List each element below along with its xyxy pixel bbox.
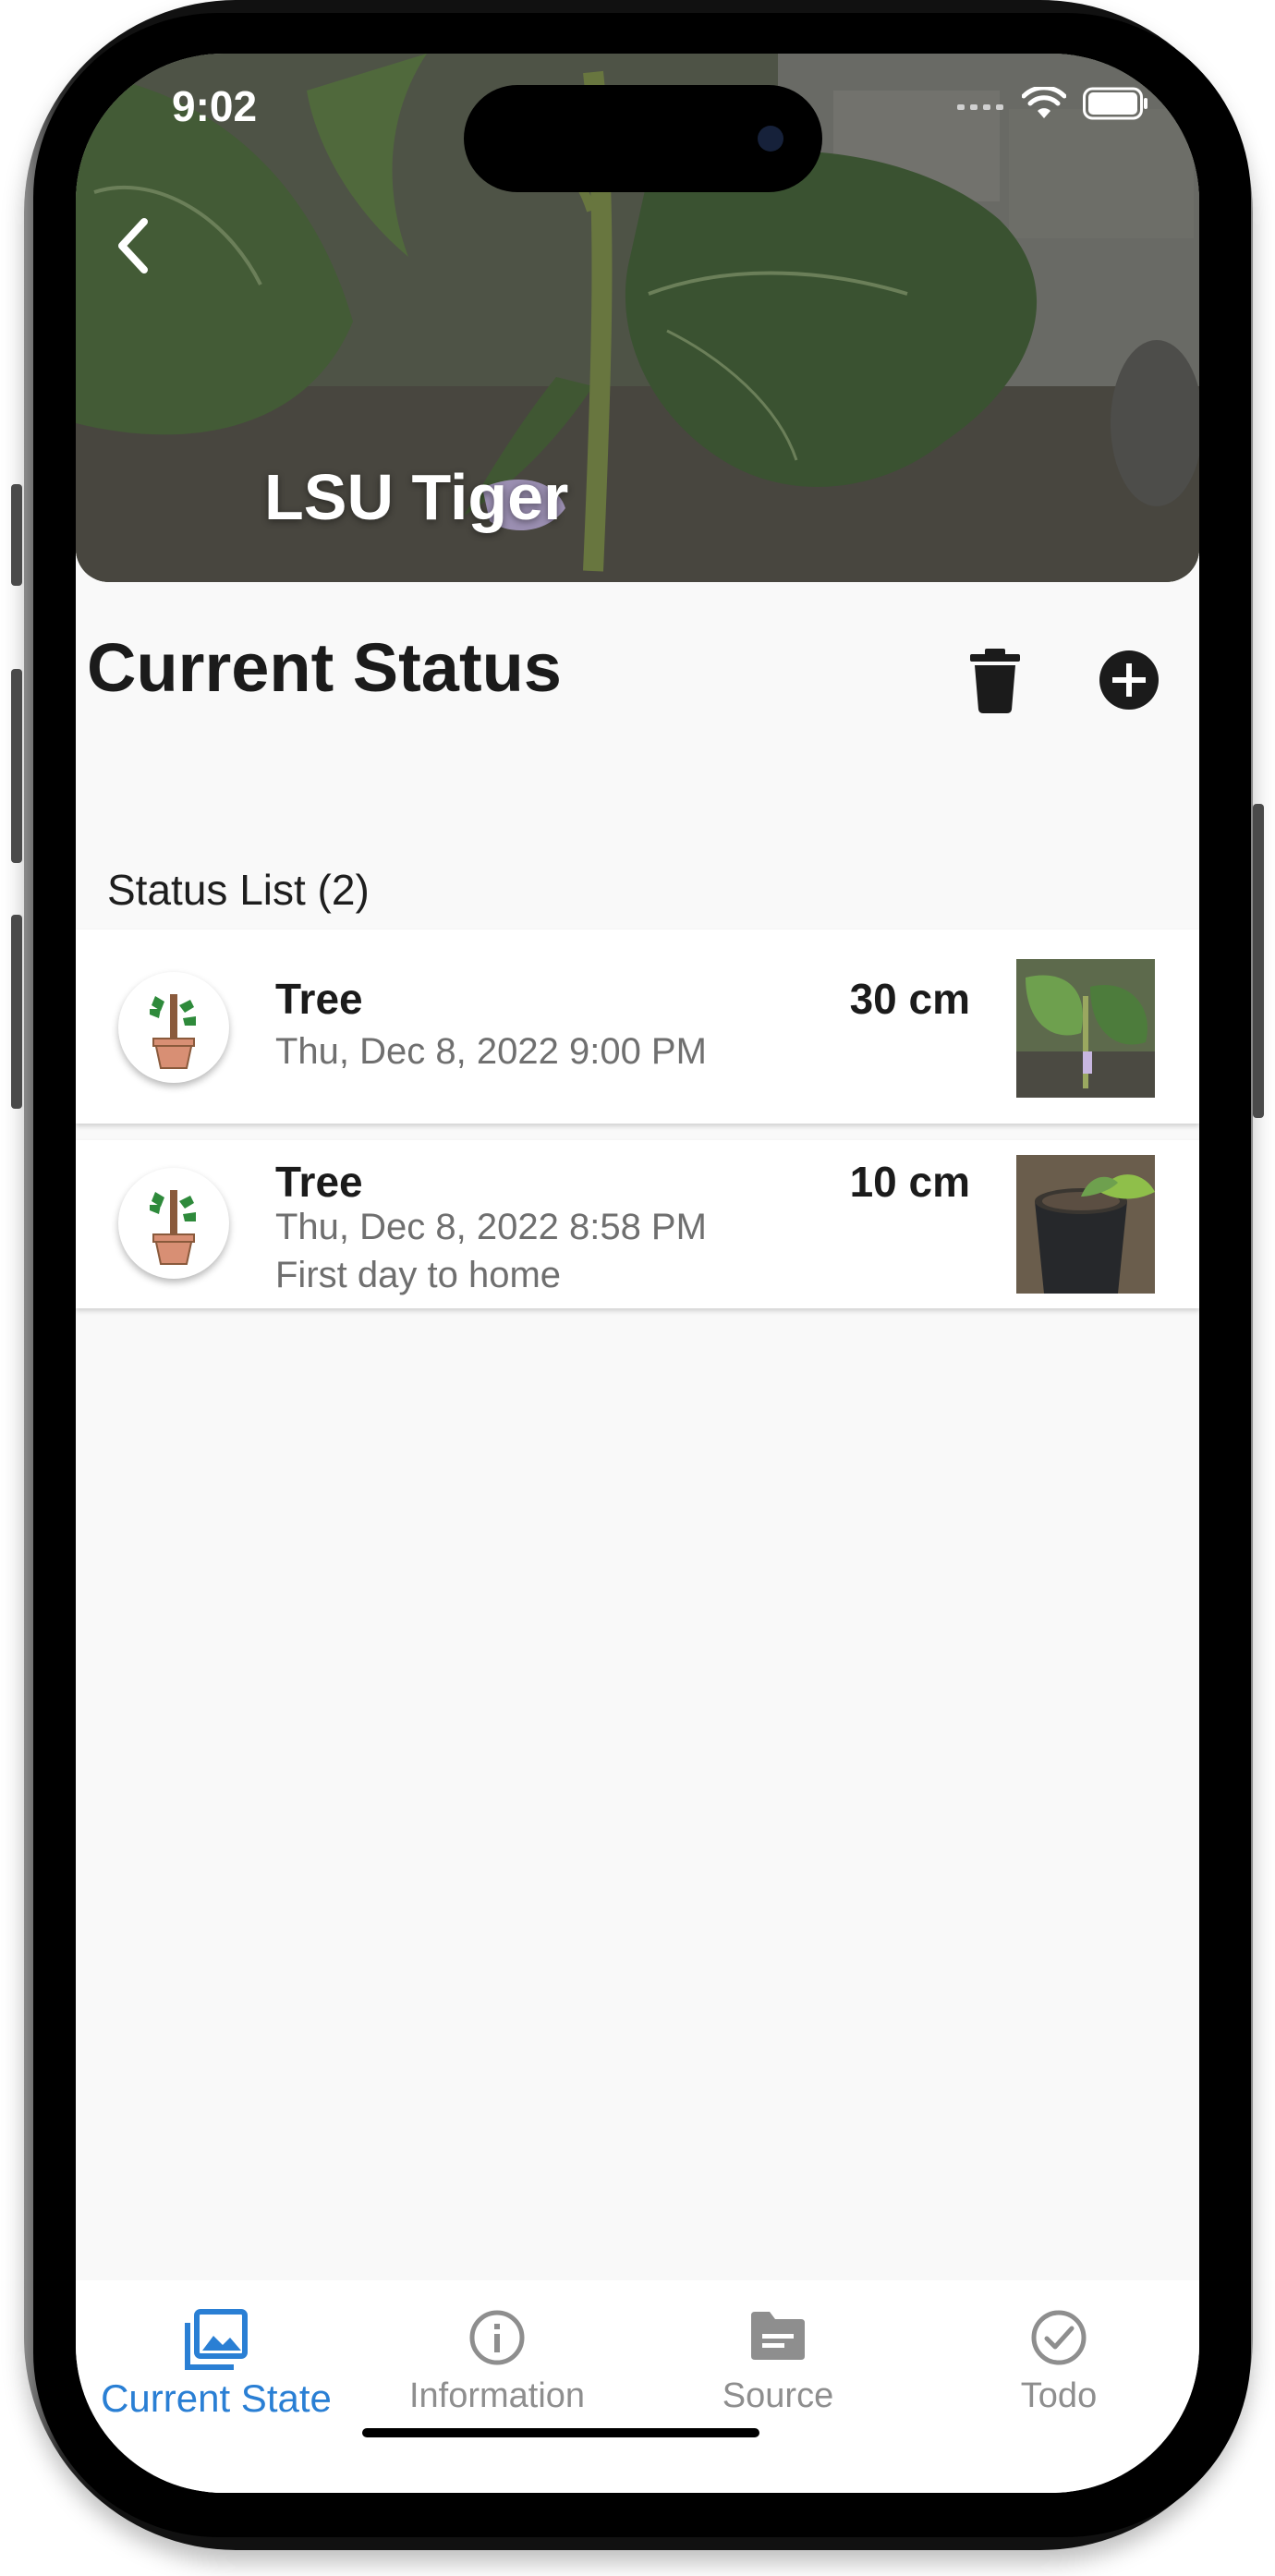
gallery-icon [184,2308,249,2376]
volume-down-button [11,915,22,1109]
plus-circle-icon [1099,650,1159,710]
tab-source[interactable]: Source [638,2280,918,2428]
item-note: First day to home [275,1255,562,1295]
section-title: Current Status [87,629,562,706]
tab-todo[interactable]: Todo [918,2280,1199,2428]
info-icon [468,2308,527,2372]
folder-icon [747,2308,808,2368]
status-list-label: Status List (2) [107,866,370,914]
tab-label: Source [722,2376,834,2415]
item-size: 30 cm [849,975,970,1023]
status-icons [957,85,1149,125]
battery-icon [1083,87,1149,125]
tab-label: Information [408,2376,586,2415]
check-circle-icon [1029,2308,1088,2372]
add-status-button[interactable] [1090,641,1168,719]
tab-current-state[interactable]: Current State [76,2280,357,2428]
tree-avatar [118,1168,229,1279]
item-size: 10 cm [849,1158,970,1206]
wifi-icon [1021,85,1067,125]
tab-information[interactable]: Information [357,2280,638,2428]
app-screen: 9:02 LSU Tiger Current Status Status Lis… [76,54,1199,2493]
tree-avatar [118,972,229,1083]
potted-tree-icon [150,994,196,1069]
status-card[interactable]: Tree Thu, Dec 8, 2022 9:00 PM 30 cm [76,930,1199,1124]
power-button [1253,804,1264,1118]
item-name: Tree [275,975,363,1023]
chevron-left-icon [118,218,148,273]
bottom-navigation: Current State Information Source Todo [76,2280,1199,2493]
tab-label: Todo [1020,2376,1098,2415]
plant-title: LSU Tiger [264,461,569,533]
signal-icon [957,97,1005,115]
status-photo [1016,1155,1155,1294]
back-button[interactable] [102,201,176,285]
action-button [11,484,22,586]
item-name: Tree [275,1158,363,1206]
potted-tree-icon [150,1190,196,1265]
status-card[interactable]: Tree Thu, Dec 8, 2022 8:58 PM First day … [76,1140,1199,1308]
volume-up-button [11,669,22,863]
dynamic-island [464,85,822,192]
status-time: 9:02 [172,82,258,130]
tab-label: Current State [101,2376,332,2420]
item-date: Thu, Dec 8, 2022 9:00 PM [275,1031,707,1072]
item-date: Thu, Dec 8, 2022 8:58 PM [275,1207,707,1247]
trash-icon [970,649,1020,713]
delete-button[interactable] [963,645,1027,715]
home-indicator[interactable] [362,2428,759,2437]
status-photo [1016,959,1155,1098]
